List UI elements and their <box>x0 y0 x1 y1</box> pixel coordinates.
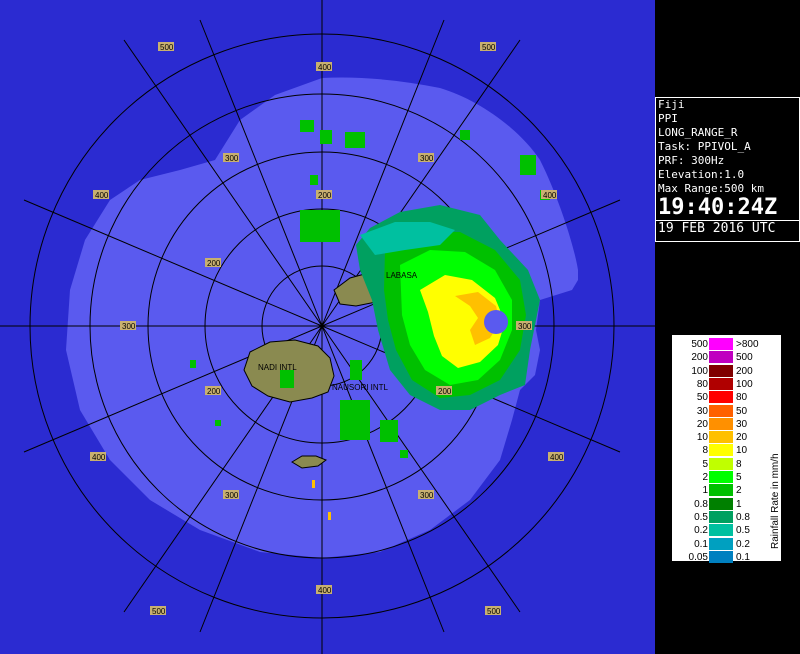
legend-high-value: 20 <box>736 432 748 444</box>
range-label: 400 <box>92 453 106 462</box>
legend-low-value: 0.05 <box>688 551 708 563</box>
legend-color-swatch <box>709 431 733 444</box>
legend-low-value: 10 <box>696 432 708 444</box>
legend-low-value: 0.1 <box>694 538 708 550</box>
range-label: 500 <box>160 43 174 52</box>
range-label: 400 <box>95 191 109 200</box>
range-label: 500 <box>482 43 496 52</box>
legend-color-swatch <box>709 497 733 510</box>
legend-color-swatch <box>709 537 733 550</box>
product-type: PPI <box>658 112 678 125</box>
legend-low-value: 100 <box>691 365 708 377</box>
range-label: 400 <box>318 63 332 72</box>
legend-high-value: >800 <box>736 339 759 350</box>
legend-high-value: 1 <box>736 498 742 510</box>
legend-color-swatch <box>709 444 733 457</box>
prf-value: PRF: 300Hz <box>658 154 725 167</box>
legend-color-swatch <box>709 391 733 404</box>
legend-color-swatch <box>709 484 733 497</box>
legend-high-value: 50 <box>736 405 748 417</box>
legend-high-value: 100 <box>736 378 753 390</box>
legend-high-value: 200 <box>736 365 753 377</box>
legend-color-swatch <box>709 351 733 364</box>
scan-time: 19:40:24Z <box>658 195 778 220</box>
legend-color-swatch <box>709 510 733 523</box>
info-panel: Fiji PPI LONG_RANGE_R Task: PPIVOL_A PRF… <box>655 97 800 242</box>
range-label: 500 <box>152 607 166 616</box>
legend-color-swatch <box>709 338 733 350</box>
town-labasa: LABASA <box>386 271 418 280</box>
legend-low-value: 2 <box>702 472 708 483</box>
range-label: 200 <box>318 191 332 200</box>
range-label: 300 <box>518 322 532 331</box>
legend-title: Rainfall Rate in mm/h <box>770 453 781 549</box>
town-nausori: NAUSORI INTL <box>332 383 389 392</box>
max-range-value: Max Range:500 km <box>658 182 764 195</box>
site-name: Fiji <box>658 98 685 111</box>
scan-mode: LONG_RANGE_R <box>658 126 738 139</box>
radar-ppi-display[interactable]: 500 400 300 200 300 400 500 300 200 400 … <box>0 0 655 654</box>
legend-low-value: 0.8 <box>694 498 708 510</box>
range-label: 200 <box>438 387 452 396</box>
legend-color-swatch <box>709 417 733 430</box>
legend-low-value: 0.2 <box>694 525 708 537</box>
legend-high-value: 80 <box>736 392 748 404</box>
legend-title-text: Rainfall Rate in mm/h <box>770 453 781 549</box>
range-label: 200 <box>207 259 221 268</box>
legend-low-value: 30 <box>696 405 708 417</box>
legend-high-value: 10 <box>736 445 748 457</box>
legend-high-value: 8 <box>736 458 742 470</box>
legend-color-swatch <box>709 471 733 483</box>
cell-yellow-south <box>312 480 315 488</box>
legend-high-value: 30 <box>736 418 748 430</box>
range-label: 300 <box>122 322 136 331</box>
task-name: Task: PPIVOL_A <box>658 140 751 153</box>
scan-date: 19 FEB 2016 UTC <box>656 220 799 237</box>
legend-color-swatch <box>709 457 733 470</box>
range-label: 400 <box>543 191 557 200</box>
legend-low-value: 5 <box>702 458 708 470</box>
legend-high-value: 0.8 <box>736 511 750 523</box>
cyclone-eye <box>484 310 508 334</box>
range-label: 500 <box>487 607 501 616</box>
town-nadi: NADI INTL <box>258 363 297 372</box>
elevation-value: Elevation:1.0 <box>658 168 745 181</box>
legend-color-swatch <box>709 377 733 390</box>
rainfall-legend: 500 >800 200 500 100 200 80 100 50 80 30 50 20 30 10 20… <box>670 333 783 563</box>
legend-color-swatch <box>709 364 733 377</box>
range-label: 300 <box>225 491 239 500</box>
legend-low-value: 200 <box>691 352 708 364</box>
legend-low-value: 20 <box>696 418 708 430</box>
legend-low-value: 500 <box>691 339 708 350</box>
range-label: 200 <box>207 387 221 396</box>
range-label: 300 <box>420 491 434 500</box>
legend-low-value: 8 <box>702 445 708 457</box>
legend-low-value: 0.5 <box>694 511 708 523</box>
legend-high-value: 0.5 <box>736 525 750 537</box>
legend-high-value: 500 <box>736 352 753 364</box>
legend-color-swatch <box>709 524 733 537</box>
range-label: 300 <box>225 154 239 163</box>
legend-high-value: 0.2 <box>736 538 750 550</box>
legend-high-value: 2 <box>736 485 742 497</box>
legend-color-swatch <box>709 550 733 563</box>
legend-low-value: 50 <box>696 392 708 404</box>
legend-low-value: 1 <box>702 485 708 497</box>
legend-high-value: 0.1 <box>736 551 750 563</box>
legend-low-value: 80 <box>696 378 708 390</box>
range-label: 400 <box>550 453 564 462</box>
range-label: 300 <box>420 154 434 163</box>
legend-color-swatch <box>709 404 733 417</box>
range-label: 400 <box>318 586 332 595</box>
cell-yellow-south2 <box>328 512 331 520</box>
legend-high-value: 5 <box>736 472 742 483</box>
